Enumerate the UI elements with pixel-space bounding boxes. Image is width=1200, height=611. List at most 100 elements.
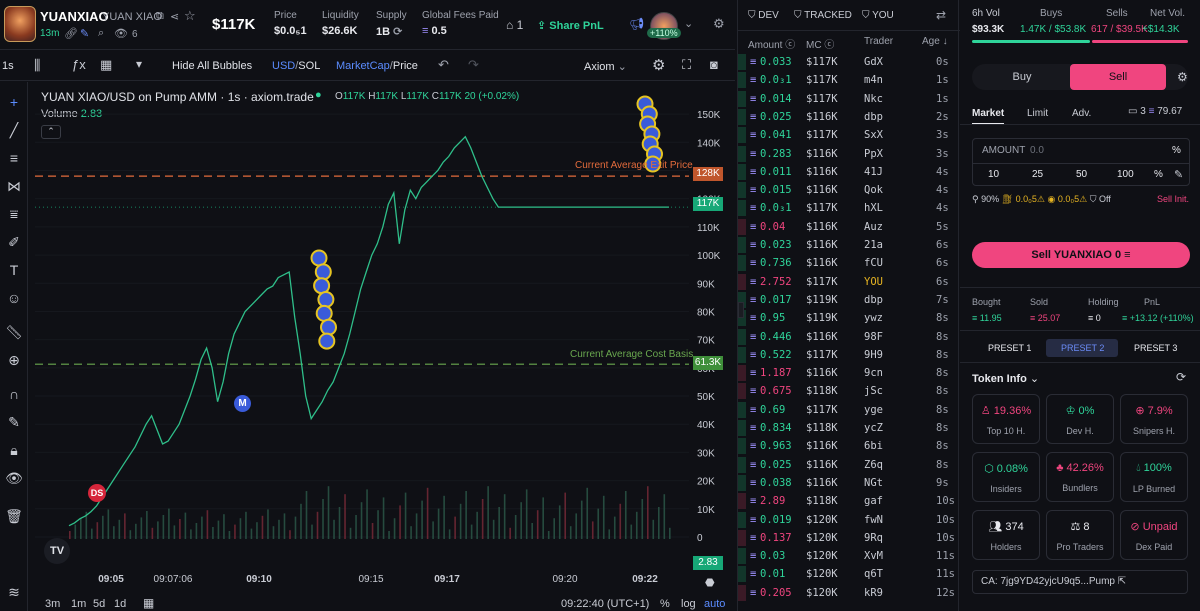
col-trader[interactable]: Trader: [864, 36, 893, 47]
brush-icon[interactable]: ✐: [4, 232, 24, 252]
redo-icon[interactable]: ↷: [468, 57, 479, 73]
migration-marker[interactable]: M: [234, 395, 251, 412]
trash-icon[interactable]: 🗑︎: [4, 506, 24, 526]
gear-icon[interactable]: ⚙: [1177, 70, 1188, 84]
share-pnl-button[interactable]: ⇪ Share PnL: [537, 19, 604, 32]
trade-trader[interactable]: m4n: [864, 74, 883, 86]
trade-trader[interactable]: 6bi: [864, 440, 883, 452]
trade-trader[interactable]: 9Rq: [864, 532, 883, 544]
emoji-icon[interactable]: ☺: [4, 288, 24, 308]
trade-trader[interactable]: fwN: [864, 514, 883, 526]
dev-sell-marker[interactable]: DS: [88, 484, 106, 502]
trade-trader[interactable]: 21a: [864, 239, 883, 251]
tab-market[interactable]: Market: [972, 108, 1005, 125]
trade-row[interactable]: ≡ 0.95 $119K ywz 8s: [738, 309, 960, 327]
trade-trader[interactable]: 98F: [864, 331, 883, 343]
edit-icon[interactable]: ✎: [1174, 168, 1183, 181]
trade-trader[interactable]: ywz: [864, 312, 883, 324]
trendline-icon[interactable]: ╱: [4, 120, 24, 140]
trade-trader[interactable]: hXL: [864, 202, 883, 214]
tradingview-logo[interactable]: TV: [44, 538, 70, 564]
trade-trader[interactable]: 9H9: [864, 349, 883, 361]
zoom-in-icon[interactable]: ⊕: [4, 350, 24, 370]
preset-50[interactable]: 50: [1076, 169, 1087, 180]
trade-row[interactable]: ≡ 0.033 $117K GdX 0s: [738, 53, 960, 71]
horizontal-lines-icon[interactable]: ≡: [4, 148, 24, 168]
trade-trader[interactable]: NGt: [864, 477, 883, 489]
share-icon[interactable]: ⋖: [170, 10, 179, 23]
trade-trader[interactable]: 41J: [864, 166, 883, 178]
magnet-icon[interactable]: ∩: [4, 384, 24, 404]
trade-row[interactable]: ≡ 0.446 $116K 98F 8s: [738, 328, 960, 346]
trade-settings[interactable]: ⚲ 90% ⛽︎ 0.0₀5⚠ ◉ 0.0₀5⚠ ⛉ Off: [972, 194, 1111, 205]
trade-trader[interactable]: fCU: [864, 257, 883, 269]
lock-icon[interactable]: 🔒︎: [4, 440, 24, 460]
hide-bubbles-button[interactable]: Hide All Bubbles: [172, 60, 252, 72]
trade-trader[interactable]: gaf: [864, 495, 883, 507]
trade-row[interactable]: ≡ 0.0₃1 $117K m4n 1s: [738, 71, 960, 89]
preset-tab-1[interactable]: PRESET 1: [988, 343, 1031, 353]
trade-trader[interactable]: XvM: [864, 550, 883, 562]
trade-row[interactable]: ≡ 0.69 $117K yge 8s: [738, 401, 960, 419]
trade-row[interactable]: ≡ 0.03 $120K XvM 11s: [738, 547, 960, 565]
crosshair-icon[interactable]: +: [4, 92, 24, 112]
wallet-selector[interactable]: ▭ 3 ≡ 79.67: [1128, 106, 1182, 117]
trade-row[interactable]: ≡ 0.041 $117K SxX 3s: [738, 126, 960, 144]
refresh-icon[interactable]: ⟳: [1176, 370, 1186, 384]
sell-init-button[interactable]: Sell Init.: [1157, 194, 1189, 204]
tab-adv[interactable]: Adv.: [1072, 108, 1091, 119]
layers-icon[interactable]: ≋: [4, 582, 24, 602]
currency-toggle[interactable]: USD/SOL: [272, 60, 320, 72]
col-age[interactable]: Age ↓: [922, 36, 948, 47]
log-toggle[interactable]: log: [681, 598, 696, 610]
watch-button[interactable]: ⌂ 1: [506, 18, 523, 32]
trade-row[interactable]: ≡ 0.04 $116K Auz 5s: [738, 218, 960, 236]
trade-trader[interactable]: PpX: [864, 148, 883, 160]
trade-trader[interactable]: yge: [864, 404, 883, 416]
refresh-icon[interactable]: ⟳: [393, 26, 402, 38]
pattern-icon[interactable]: ⋈: [4, 176, 24, 196]
trade-row[interactable]: ≡ 0.025 $116K dbp 2s: [738, 108, 960, 126]
usd-option[interactable]: USD: [272, 60, 295, 72]
trade-trader[interactable]: dbp: [864, 111, 883, 123]
chevron-down-icon[interactable]: ▾: [136, 57, 142, 71]
fib-icon[interactable]: ⩸: [4, 204, 24, 224]
amount-input[interactable]: 0.0: [1030, 145, 1044, 156]
megaphone-icon[interactable]: 📢︎: [629, 17, 644, 31]
trade-row[interactable]: ≡ 2.752 $117K YOU 6s: [738, 273, 960, 291]
sliders-icon[interactable]: ⇄: [936, 8, 946, 22]
trade-row[interactable]: ≡ 0.522 $117K 9H9 8s: [738, 346, 960, 364]
trade-row[interactable]: ≡ 0.834 $118K ycZ 8s: [738, 419, 960, 437]
gear-icon[interactable]: ⚙: [713, 16, 725, 32]
trade-row[interactable]: ≡ 0.01 $120K q6T 11s: [738, 565, 960, 583]
trade-trader[interactable]: Qok: [864, 184, 883, 196]
eye-icon[interactable]: 👁︎: [4, 468, 24, 488]
fullscreen-icon[interactable]: ⛶: [682, 57, 691, 73]
trade-row[interactable]: ≡ 0.017 $119K dbp 7s: [738, 291, 960, 309]
source-select[interactable]: Axiom ⌄: [584, 60, 627, 73]
trade-trader[interactable]: Auz: [864, 221, 883, 233]
collapse-handle[interactable]: [738, 302, 744, 318]
preset-100[interactable]: 100: [1117, 169, 1134, 180]
trade-row[interactable]: ≡ 0.137 $120K 9Rq 10s: [738, 529, 960, 547]
trade-row[interactable]: ≡ 0.963 $116K 6bi 8s: [738, 437, 960, 455]
link-icon[interactable]: 🔗︎: [64, 27, 78, 40]
price-option[interactable]: Price: [393, 60, 418, 72]
clock-readout[interactable]: 09:22:40 (UTC+1): [561, 598, 649, 610]
trade-row[interactable]: ≡ 0.019 $120K fwN 10s: [738, 511, 960, 529]
marketcap-option[interactable]: MarketCap: [336, 60, 390, 72]
trade-trader[interactable]: YOU: [864, 276, 883, 288]
layout-grid-icon[interactable]: ▦: [100, 57, 112, 73]
trade-trader[interactable]: jSc: [864, 385, 883, 397]
indicators-icon[interactable]: ƒx: [72, 57, 86, 72]
preset-25[interactable]: 25: [1032, 169, 1043, 180]
trade-row[interactable]: ≡ 0.736 $116K fCU 6s: [738, 254, 960, 272]
trade-row[interactable]: ≡ 0.015 $116K Qok 4s: [738, 181, 960, 199]
metric-toggle[interactable]: MarketCap/Price: [336, 60, 418, 72]
sell-submit-button[interactable]: Sell YUANXIAO 0 ≡: [972, 242, 1190, 268]
search-icon[interactable]: ⌕: [98, 27, 104, 40]
text-icon[interactable]: T: [4, 260, 24, 280]
camera-icon[interactable]: ◙: [710, 57, 718, 72]
percent-toggle[interactable]: %: [1154, 169, 1163, 180]
chevron-down-icon[interactable]: ⌄: [684, 17, 693, 30]
